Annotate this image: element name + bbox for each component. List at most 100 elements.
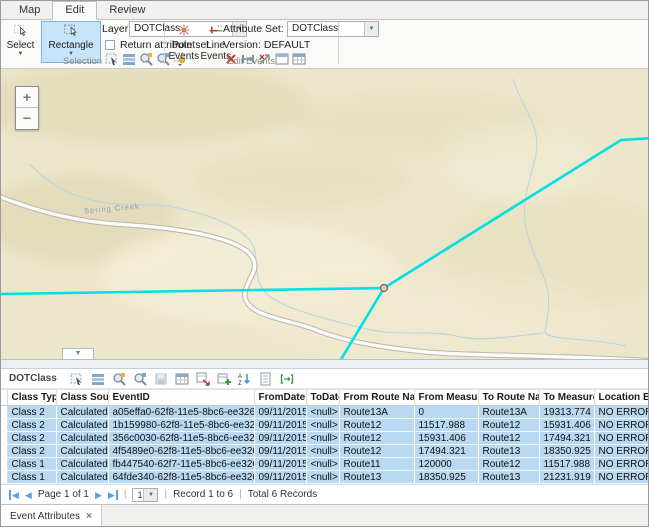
previous-page-button[interactable]: ◀ [25,490,32,500]
cell-class-type: Class 2 [7,445,56,458]
page-select-caret-icon[interactable]: ▼ [143,489,157,501]
cell-class-type: Class 1 [7,458,56,471]
column-header-eventid[interactable]: EventID [108,390,254,406]
tab-review[interactable]: Review [97,2,157,19]
cell-todate: <null> [306,471,339,484]
layer-label: Layer: [102,23,131,35]
column-header-to-route-name[interactable]: To Route Name [478,390,539,406]
attribute-set-dropdown-caret-icon[interactable]: ▼ [364,22,378,36]
cell-todate: <null> [306,432,339,445]
svg-text:Z: Z [238,381,242,386]
cell-eventid: a05effa0-62f8-11e5-8bc6-ee32641d5ec9 [108,406,254,419]
cell-to-route-name: Route12 [478,419,539,432]
table-select-tool-icon[interactable] [70,372,84,386]
tab-map[interactable]: Map [7,2,52,19]
tab-event-attributes[interactable]: Event Attributes × [1,505,102,527]
cell-to-measure: 19313.774 [539,406,594,419]
table-row[interactable]: Class 1 Calculated fb447540-62f7-11e5-8b… [1,458,649,471]
table-header-row: Class Type Class Source EventID FromDate… [1,390,649,406]
cell-to-measure: 15931.406 [539,419,594,432]
cell-from-measure: 11517.988 [414,419,478,432]
ribbon-group-divider [338,22,339,64]
column-header-class-type[interactable]: Class Type [7,390,56,406]
identify-record-icon[interactable] [259,372,273,386]
separator: | [164,489,167,500]
cell-eventid: fb447540-62f7-11e5-8bc6-ee32641d5ec9 [108,458,254,471]
cell-todate: <null> [306,445,339,458]
point-events-icon [177,23,191,40]
cell-from-route-name: Route12 [339,432,414,445]
cell-todate: <null> [306,406,339,419]
cell-class-source: Calculated [56,471,108,484]
column-header-from-measure[interactable]: From Measure [414,390,478,406]
cell-eventid: 64fde340-62f8-11e5-8bc6-ee32641d5ec9 [108,471,254,484]
cell-from-measure: 0 [414,406,478,419]
close-tab-icon[interactable]: × [86,511,92,522]
cell-eventid: 4f5489e0-62f8-11e5-8bc6-ee32641d5ec9 [108,445,254,458]
cell-fromdate: 09/11/2015 [254,471,306,484]
application-window: Map Edit Review Select ▼ Rectangle ▼ Lay… [0,0,649,527]
page-select-dropdown[interactable]: 1 ▼ [132,488,158,502]
first-page-button[interactable]: ◀ [9,490,19,500]
cell-eventid: 1b159980-62f8-11e5-8bc6-ee32641d5ec9 [108,419,254,432]
ribbon-body: Select ▼ Rectangle ▼ Layer: DOTClass ▼ R… [1,20,648,68]
table-row[interactable]: Class 1 Calculated 64fde340-62f8-11e5-8b… [1,471,649,484]
map-canvas[interactable]: + − Spring Creek [1,69,649,359]
select-tool-icon [14,23,28,40]
zoom-out-button[interactable]: − [16,108,38,129]
map-panel-divider[interactable] [1,359,649,369]
column-header-from-route-name[interactable]: From Route Name [339,390,414,406]
cell-fromdate: 09/11/2015 [254,458,306,471]
cell-class-source: Calculated [56,406,108,419]
next-page-button[interactable]: ▶ [95,490,102,500]
return-attribute-set-checkbox[interactable] [105,40,115,50]
rectangle-select-label: Rectangle [48,41,93,52]
column-header-location-error[interactable]: Location Error [594,390,649,406]
cell-location-error: NO ERROR [594,406,649,419]
cell-to-route-name: Route12 [478,458,539,471]
zoom-to-selected-icon[interactable] [112,372,126,386]
cell-to-route-name: Route13 [478,445,539,458]
route-junction-marker[interactable] [381,285,388,292]
tab-event-attributes-label: Event Attributes [10,511,80,522]
attribute-set-dropdown[interactable]: DOTClass ▼ [287,21,379,37]
cell-fromdate: 09/11/2015 [254,445,306,458]
column-header-class-source[interactable]: Class Source [56,390,108,406]
save-icon[interactable] [154,372,168,386]
map-zoom-control: + − [15,86,39,130]
table-rows-view-icon[interactable] [91,372,105,386]
cell-from-measure: 17494.321 [414,445,478,458]
last-page-button[interactable]: ▶ [108,490,118,500]
bottom-tab-bar: Event Attributes × [1,504,649,527]
cell-class-type: Class 2 [7,419,56,432]
version-label: Version: DEFAULT [223,39,310,51]
cell-class-type: Class 2 [7,432,56,445]
table-row[interactable]: Class 2 Calculated 1b159980-62f8-11e5-8b… [1,419,649,432]
cell-fromdate: 09/11/2015 [254,419,306,432]
column-header-fromdate[interactable]: FromDate [254,390,306,406]
table-row[interactable]: Class 2 Calculated 356c0030-62f8-11e5-8b… [1,432,649,445]
panel-collapse-button[interactable]: ▼ [62,348,94,360]
open-table-icon[interactable] [175,372,189,386]
record-range-text: Record 1 to 6 [173,489,233,500]
zoom-in-button[interactable]: + [16,87,38,108]
measure-selection-icon[interactable] [280,372,294,386]
table-row[interactable]: Class 2 Calculated a05effa0-62f8-11e5-8b… [1,406,649,419]
column-header-to-measure[interactable]: To Measure [539,390,594,406]
cell-fromdate: 09/11/2015 [254,406,306,419]
page-select-value: 1 [137,490,142,500]
append-records-icon[interactable] [217,372,231,386]
cell-to-measure: 11517.988 [539,458,594,471]
cell-class-type: Class 1 [7,471,56,484]
column-header-todate[interactable]: ToDate [306,390,339,406]
export-records-icon[interactable] [196,372,210,386]
pan-to-selected-icon[interactable] [133,372,147,386]
cell-class-source: Calculated [56,445,108,458]
cell-to-route-name: Route13 [478,471,539,484]
cell-eventid: 356c0030-62f8-11e5-8bc6-ee32641d5ec9 [108,432,254,445]
table-row[interactable]: Class 2 Calculated 4f5489e0-62f8-11e5-8b… [1,445,649,458]
cell-to-route-name: Route13A [478,406,539,419]
sort-records-icon[interactable]: AZ [238,372,252,386]
tab-edit[interactable]: Edit [52,1,97,20]
cell-fromdate: 09/11/2015 [254,432,306,445]
